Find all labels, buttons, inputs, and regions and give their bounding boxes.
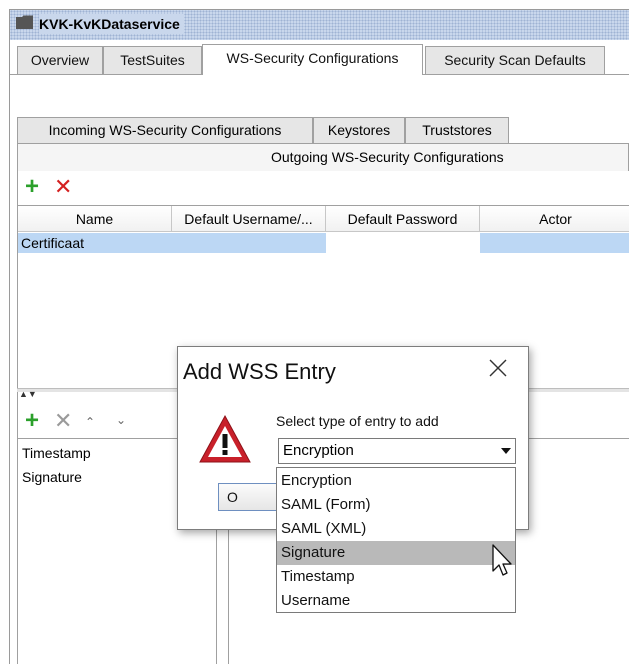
top-band [10,75,629,111]
active-tab-gap [203,74,422,75]
tab-testsuites[interactable]: TestSuites [103,46,202,74]
splitter-arrows-icon[interactable]: ▲▼ [19,390,37,399]
column-header-default-password[interactable]: Default Password [326,206,480,232]
select-value: Encryption [283,442,354,459]
column-header-default-username[interactable]: Default Username/... [172,206,326,232]
mouse-pointer-icon [492,544,512,576]
entry-type-select[interactable]: Encryption [278,438,516,464]
close-icon[interactable] [483,353,513,383]
tab-outgoing-ws-security[interactable]: Outgoing WS-Security Configurations [17,143,629,171]
chevron-down-icon [501,448,511,454]
entry-type-options: Encryption SAML (Form) SAML (XML) Signat… [276,467,516,613]
list-item[interactable]: Timestamp [22,445,91,461]
table-cell-name[interactable]: Certificaat [18,233,172,253]
tab-security-scan-defaults[interactable]: Security Scan Defaults [425,46,605,74]
tab-overview[interactable]: Overview [17,46,103,74]
table-cell-password[interactable] [326,233,480,253]
tab-truststores[interactable]: Truststores [405,117,509,143]
table-cell-username[interactable] [172,233,326,253]
option-username[interactable]: Username [277,589,515,613]
warning-icon [199,414,251,463]
add-icon[interactable]: + [25,175,39,199]
column-header-actor[interactable]: Actor [480,206,629,232]
tab-ws-security-configurations[interactable]: WS-Security Configurations [202,44,423,75]
list-item[interactable]: Signature [22,469,82,485]
table-cell-actor[interactable] [480,233,629,253]
folder-icon [16,15,33,29]
remove-icon[interactable]: ✕ [54,176,72,198]
option-encryption[interactable]: Encryption [277,469,515,493]
dialog-prompt: Select type of entry to add [276,413,439,429]
dialog-title: Add WSS Entry [183,359,336,384]
column-header-name[interactable]: Name [18,206,172,232]
option-timestamp[interactable]: Timestamp [277,565,515,589]
option-signature[interactable]: Signature [277,541,515,565]
move-down-icon[interactable]: ⌄ [116,414,126,426]
add-entry-icon[interactable]: + [25,409,39,433]
option-saml-form[interactable]: SAML (Form) [277,493,515,517]
remove-entry-icon[interactable]: ✕ [54,410,72,432]
option-saml-xml[interactable]: SAML (XML) [277,517,515,541]
move-up-icon[interactable]: ⌃ [85,416,95,428]
window-title: KVK-KvKDataservice [39,14,184,34]
tab-incoming-ws-security[interactable]: Incoming WS-Security Configurations [17,117,313,143]
tab-keystores[interactable]: Keystores [313,117,405,143]
